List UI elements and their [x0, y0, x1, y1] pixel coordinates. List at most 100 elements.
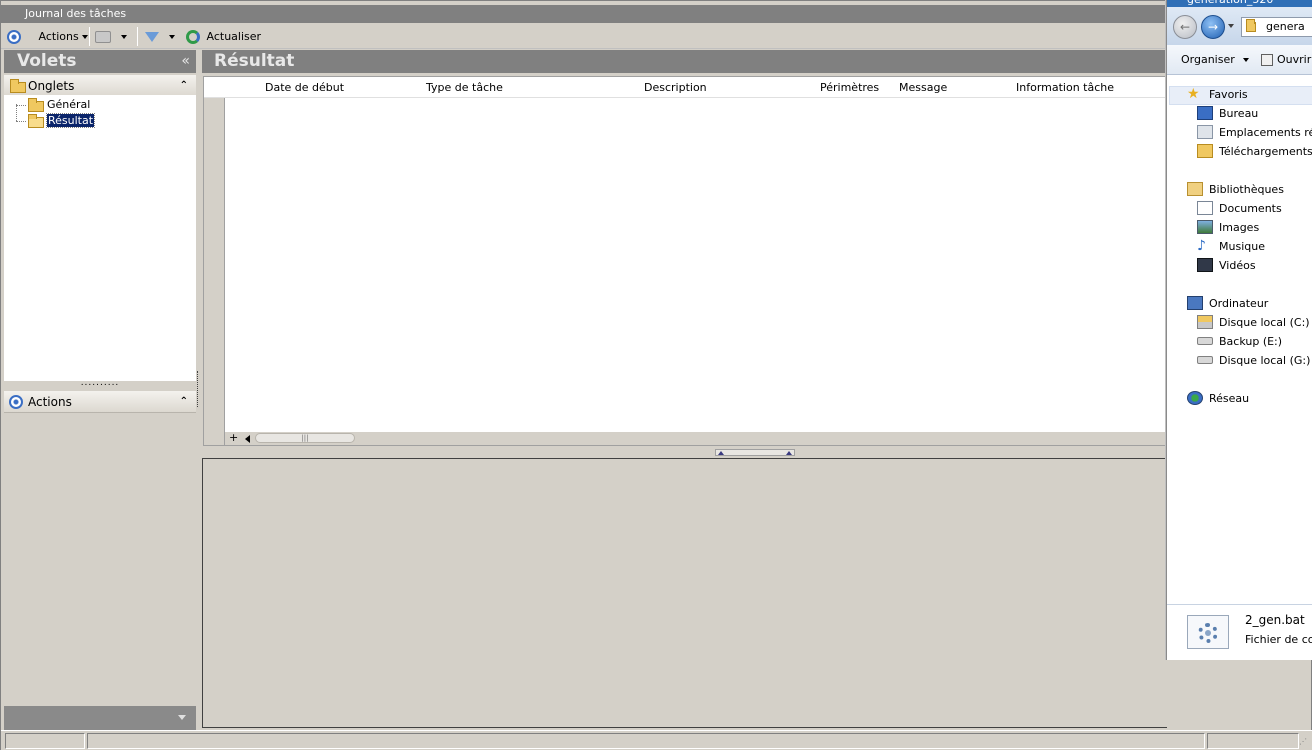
scroll-thumb[interactable]: ||| — [255, 433, 355, 443]
explorer-nav-bar: ← → genera — [1167, 7, 1312, 45]
filter-button[interactable] — [145, 27, 175, 46]
address-bar[interactable]: genera — [1241, 17, 1312, 37]
document-icon — [1197, 201, 1213, 215]
chevron-down-icon — [81, 35, 88, 39]
chevron-down-icon[interactable] — [178, 715, 186, 720]
nav-label: Documents — [1219, 202, 1282, 215]
actions-icon — [7, 30, 21, 44]
nav-bibliotheques[interactable]: Bibliothèques — [1187, 180, 1284, 199]
nav-label: Bureau — [1219, 107, 1259, 120]
column-header-description[interactable]: Description — [644, 77, 707, 98]
collapse-panel-button[interactable]: « — [181, 50, 190, 73]
star-icon: ★ — [1187, 86, 1200, 102]
toolbar: Actions Actualiser — [1, 24, 1167, 49]
library-icon — [1187, 182, 1203, 196]
refresh-icon — [186, 30, 200, 44]
nav-reseau[interactable]: Réseau — [1187, 389, 1249, 408]
tree-connector — [16, 104, 17, 121]
nav-disque-c[interactable]: Disque local (C:) — [1197, 313, 1310, 332]
open-label: Ouvrir — [1277, 53, 1312, 66]
panel-splitter[interactable]: .......... — [4, 379, 196, 390]
actions-body — [4, 413, 196, 705]
status-bar: ⋰ — [1, 730, 1312, 750]
nav-documents[interactable]: Documents — [1197, 199, 1282, 218]
nav-favoris[interactable]: ★ Favoris — [1187, 85, 1248, 104]
tree-item-general[interactable]: Général — [26, 98, 90, 112]
organize-button[interactable]: Organiser — [1181, 45, 1249, 75]
drive-icon — [1197, 315, 1213, 329]
nav-label: Disque local (G:) — [1219, 354, 1311, 367]
back-button[interactable]: ← — [1173, 15, 1197, 39]
open-folder-icon — [28, 114, 44, 128]
chevron-down-icon — [169, 35, 175, 39]
image-icon — [1197, 220, 1213, 234]
desktop-icon — [1197, 106, 1213, 120]
downloads-icon — [1197, 144, 1213, 158]
chevron-up-icon[interactable] — [786, 451, 792, 455]
history-dropdown-icon[interactable] — [1228, 24, 1234, 28]
row-selector[interactable] — [204, 77, 225, 445]
actions-section-label: Actions — [28, 395, 72, 409]
refresh-label: Actualiser — [206, 30, 262, 43]
toolbar-separator — [137, 27, 138, 46]
collapse-section-icon[interactable]: ⌃ — [180, 391, 188, 413]
open-button[interactable]: Ouvrir — [1261, 45, 1311, 75]
nav-label: Bibliothèques — [1209, 183, 1284, 196]
actions-menu-button[interactable]: Actions — [7, 27, 88, 46]
scroll-left-icon[interactable] — [245, 435, 250, 443]
nav-label: Téléchargements — [1219, 145, 1312, 158]
column-header-date[interactable]: Date de début — [265, 77, 344, 98]
expand-icon[interactable]: + — [229, 431, 238, 444]
horizontal-scrollbar[interactable]: + ||| — [225, 431, 1166, 445]
forward-arrow-icon: → — [1208, 20, 1219, 34]
nav-ordinateur[interactable]: Ordinateur — [1187, 294, 1268, 313]
nav-videos[interactable]: Vidéos — [1197, 256, 1256, 275]
chevron-up-icon[interactable] — [718, 451, 724, 455]
onglets-section-header[interactable]: Onglets ⌃ — [4, 75, 196, 97]
details-file-name: 2_gen.bat — [1245, 613, 1305, 627]
actions-menu-label: Actions — [38, 30, 79, 43]
onglets-label: Onglets — [28, 79, 75, 93]
nav-images[interactable]: Images — [1197, 218, 1260, 237]
nav-label: Emplacements récents — [1219, 126, 1312, 139]
left-panel: Volets « Onglets ⌃ Général Résultat ....… — [4, 50, 196, 730]
tree-item-resultat[interactable]: Résultat — [26, 113, 96, 128]
refresh-button[interactable]: Actualiser — [186, 27, 261, 46]
video-icon — [1197, 258, 1213, 272]
column-header-message[interactable]: Message — [899, 77, 947, 98]
collapse-section-icon[interactable]: ⌃ — [180, 75, 188, 97]
folder-icon — [28, 98, 44, 112]
nav-backup-e[interactable]: Backup (E:) — [1197, 332, 1282, 351]
toolbar-separator — [89, 27, 90, 46]
print-icon — [95, 31, 111, 43]
column-header-type[interactable]: Type de tâche — [426, 77, 503, 98]
details-file-type: Fichier de commandes Windows — [1245, 633, 1312, 646]
tree-item-label: Résultat — [45, 113, 96, 128]
nav-label: Images — [1219, 221, 1260, 234]
explorer-command-bar: Organiser Ouvrir — [1167, 45, 1312, 75]
vertical-splitter[interactable] — [197, 371, 200, 407]
panel-footer — [4, 706, 196, 730]
status-cell — [1207, 733, 1299, 749]
forward-button[interactable]: → — [1201, 15, 1225, 39]
resize-grip-icon[interactable]: ⋰ — [1299, 737, 1307, 746]
computer-icon — [1187, 296, 1203, 310]
actions-section-header[interactable]: Actions ⌃ — [4, 391, 196, 413]
explorer-window: generation_520 ← → genera Organiser Ouvr… — [1166, 0, 1312, 660]
print-button[interactable] — [95, 27, 127, 46]
folder-icon — [10, 79, 26, 93]
nav-telechargements[interactable]: Téléchargements — [1197, 142, 1312, 161]
drive-icon — [1197, 337, 1213, 345]
column-header-information[interactable]: Information tâche — [1016, 77, 1114, 98]
horizontal-splitter[interactable] — [715, 449, 795, 456]
tree-item-label: Général — [47, 98, 91, 111]
column-header-perimetres[interactable]: Périmètres — [820, 77, 879, 98]
nav-label: Favoris — [1209, 88, 1248, 101]
folder-icon — [1246, 19, 1256, 32]
chevron-down-icon — [121, 35, 127, 39]
nav-emplacements-recents[interactable]: Emplacements récents — [1197, 123, 1312, 142]
recent-icon — [1197, 125, 1213, 139]
nav-bureau[interactable]: Bureau — [1197, 104, 1259, 123]
nav-disque-g[interactable]: Disque local (G:) — [1197, 351, 1311, 370]
nav-musique[interactable]: ♪ Musique — [1197, 237, 1265, 256]
